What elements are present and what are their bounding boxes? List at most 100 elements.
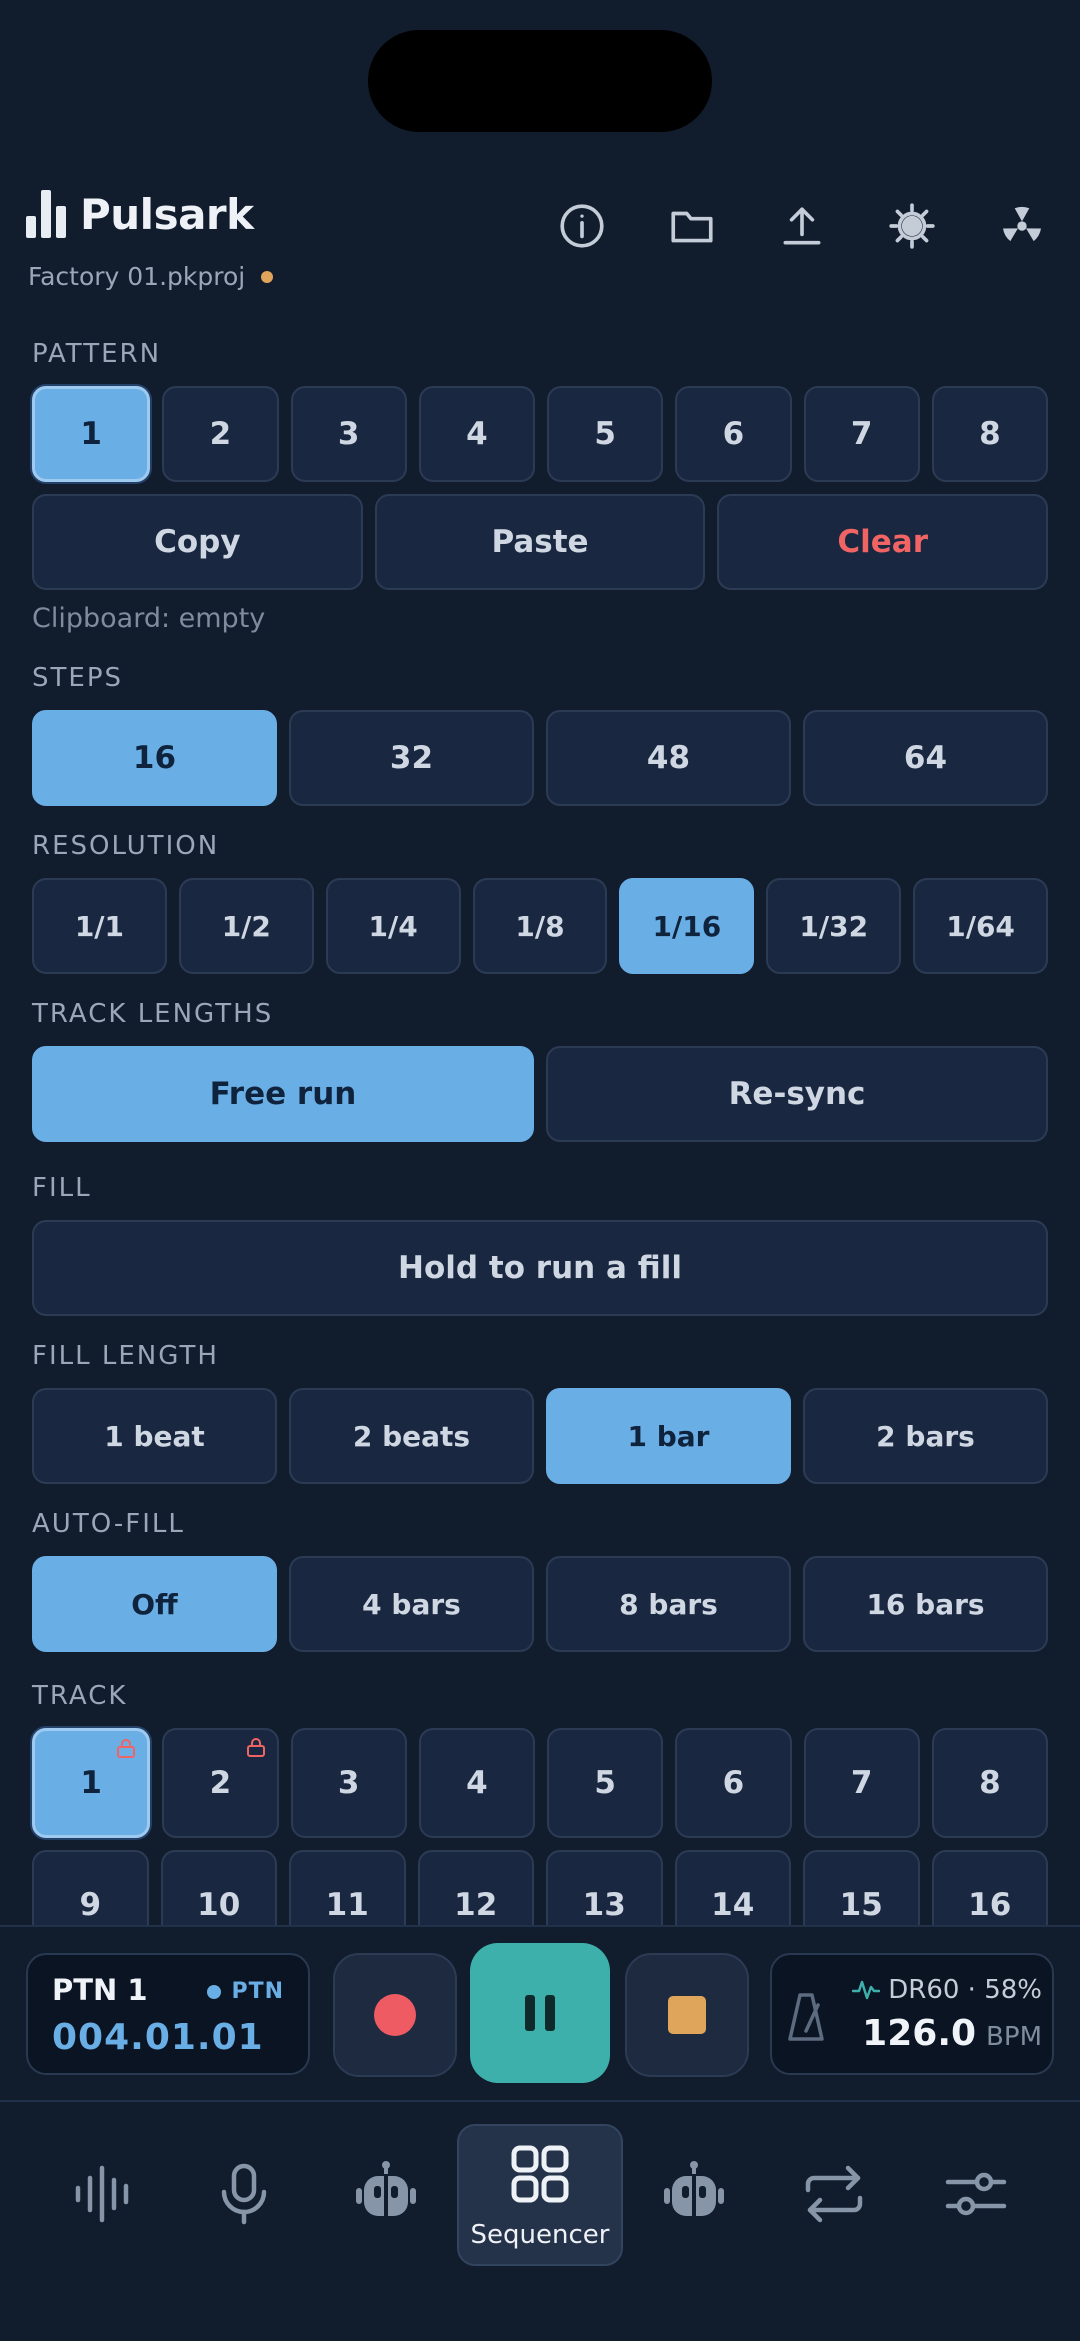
stop-icon [668, 1996, 706, 2034]
tab-label: Sequencer [470, 2220, 610, 2250]
repeat-icon [805, 2165, 863, 2223]
track-lengths-selector: Free run Re-sync [32, 1046, 1048, 1142]
resolution-label: RESOLUTION [32, 831, 220, 861]
steps-option-32[interactable]: 32 [289, 710, 534, 806]
pattern-selector: 1 2 3 4 5 6 7 8 [32, 386, 1048, 482]
track-number: 1 [80, 1765, 102, 1801]
pattern-button-5[interactable]: 5 [547, 386, 664, 482]
resolution-option-1-32[interactable]: 1/32 [766, 878, 902, 974]
steps-option-64[interactable]: 64 [803, 710, 1048, 806]
resolution-option-1-4[interactable]: 1/4 [325, 878, 461, 974]
steps-selector: 16 32 48 64 [32, 710, 1048, 806]
track-button-8[interactable]: 8 [931, 1728, 1048, 1838]
folder-icon[interactable] [660, 194, 724, 258]
pattern-label: PATTERN [32, 339, 162, 369]
resolution-option-1-2[interactable]: 1/2 [178, 878, 314, 974]
metronome-icon [788, 1993, 824, 2041]
fill-length-1-beat[interactable]: 1 beat [32, 1388, 277, 1484]
track-selector-row-1: 1 2 3 4 5 6 7 8 [32, 1728, 1048, 1838]
record-button[interactable] [333, 1953, 457, 2077]
mode-tag: PTN [231, 1979, 284, 2004]
pattern-button-4[interactable]: 4 [418, 386, 535, 482]
activity-icon [852, 1980, 881, 2000]
brand: Pulsark [26, 186, 254, 242]
auto-fill-16-bars[interactable]: 16 bars [803, 1556, 1048, 1652]
robot-icon [664, 2161, 724, 2216]
brightness-icon[interactable] [880, 194, 944, 258]
tab-robot-2[interactable] [634, 2124, 754, 2264]
track-button-2[interactable]: 2 [162, 1728, 279, 1838]
track-button-7[interactable]: 7 [803, 1728, 920, 1838]
waveform-icon [75, 2165, 129, 2223]
app-header: Pulsark Factory 01.pkproj [26, 186, 1054, 296]
pattern-button-3[interactable]: 3 [290, 386, 407, 482]
grid-icon [511, 2145, 569, 2203]
bottom-tab-bar: Sequencer [0, 2100, 1080, 2341]
pattern-button-1[interactable]: 1 [32, 386, 151, 482]
pulsark-logo-icon [26, 190, 66, 238]
info-icon[interactable] [550, 194, 614, 258]
tempo-display[interactable]: DR60 · 58% 126.0 BPM [770, 1953, 1054, 2075]
tab-sequencer[interactable]: Sequencer [457, 2124, 623, 2266]
copy-button[interactable]: Copy [32, 494, 363, 590]
hold-fill-button[interactable]: Hold to run a fill [32, 1220, 1048, 1316]
track-button-4[interactable]: 4 [418, 1728, 535, 1838]
song-position: 004.01.01 [52, 2017, 264, 2058]
current-pattern: PTN 1 [52, 1973, 148, 2007]
fill-length-label: FILL LENGTH [32, 1341, 219, 1371]
track-label: TRACK [32, 1681, 128, 1711]
auto-fill-off[interactable]: Off [32, 1556, 277, 1652]
track-button-3[interactable]: 3 [290, 1728, 407, 1838]
steps-label: STEPS [32, 663, 123, 693]
upload-icon[interactable] [770, 194, 834, 258]
pattern-button-6[interactable]: 6 [675, 386, 792, 482]
pattern-button-8[interactable]: 8 [931, 386, 1048, 482]
resync-option[interactable]: Re-sync [546, 1046, 1048, 1142]
bpm-readout: 126.0 BPM [862, 2013, 1042, 2054]
transport-bar: PTN 1 PTN 004.01.01 DR60 · 58% 126.0 BPM [0, 1925, 1080, 2100]
resolution-option-1-1[interactable]: 1/1 [32, 878, 167, 974]
auto-fill-8-bars[interactable]: 8 bars [546, 1556, 791, 1652]
sliders-icon [945, 2172, 1007, 2216]
free-run-option[interactable]: Free run [32, 1046, 534, 1142]
clear-button[interactable]: Clear [717, 494, 1049, 590]
auto-fill-4-bars[interactable]: 4 bars [289, 1556, 534, 1652]
steps-option-16[interactable]: 16 [32, 710, 277, 806]
paste-button[interactable]: Paste [374, 494, 706, 590]
tab-robot[interactable] [326, 2124, 446, 2264]
microphone-icon [221, 2163, 267, 2225]
pattern-position-display[interactable]: PTN 1 PTN 004.01.01 [26, 1953, 310, 2075]
bpm-value: 126.0 [862, 2013, 977, 2054]
fill-length-2-bars[interactable]: 2 bars [803, 1388, 1048, 1484]
header-toolbar [550, 194, 1054, 258]
machine-label: DR60 · 58% [888, 1975, 1042, 2005]
fill-row: Hold to run a fill [32, 1220, 1048, 1316]
resolution-option-1-16[interactable]: 1/16 [619, 878, 755, 974]
fill-length-selector: 1 beat 2 beats 1 bar 2 bars [32, 1388, 1048, 1484]
resolution-option-1-8[interactable]: 1/8 [472, 878, 608, 974]
pause-icon [525, 1995, 555, 2031]
fill-length-2-beats[interactable]: 2 beats [289, 1388, 534, 1484]
track-button-5[interactable]: 5 [547, 1728, 664, 1838]
radiation-icon[interactable] [990, 194, 1054, 258]
auto-fill-label: AUTO-FILL [32, 1509, 185, 1539]
track-button-1[interactable]: 1 [32, 1728, 151, 1838]
tab-microphone[interactable] [184, 2124, 304, 2264]
tab-waveform[interactable] [44, 2124, 164, 2264]
sequencer-settings: PATTERN 1 2 3 4 5 6 7 8 Copy Paste Clear… [32, 336, 1049, 1960]
tab-mixer[interactable] [916, 2124, 1036, 2264]
unsaved-indicator [261, 270, 274, 283]
pause-button[interactable] [470, 1943, 610, 2083]
stop-button[interactable] [625, 1953, 749, 2077]
clipboard-status: Clipboard: empty [32, 603, 266, 634]
pattern-button-2[interactable]: 2 [162, 386, 279, 482]
project-name[interactable]: Factory 01.pkproj [28, 262, 274, 291]
resolution-option-1-64[interactable]: 1/64 [913, 878, 1049, 974]
tab-repeat[interactable] [774, 2124, 894, 2264]
fill-length-1-bar[interactable]: 1 bar [546, 1388, 791, 1484]
pattern-button-7[interactable]: 7 [803, 386, 920, 482]
track-button-6[interactable]: 6 [675, 1728, 792, 1838]
robot-icon [356, 2161, 416, 2216]
lock-icon [246, 1738, 265, 1757]
steps-option-48[interactable]: 48 [546, 710, 791, 806]
